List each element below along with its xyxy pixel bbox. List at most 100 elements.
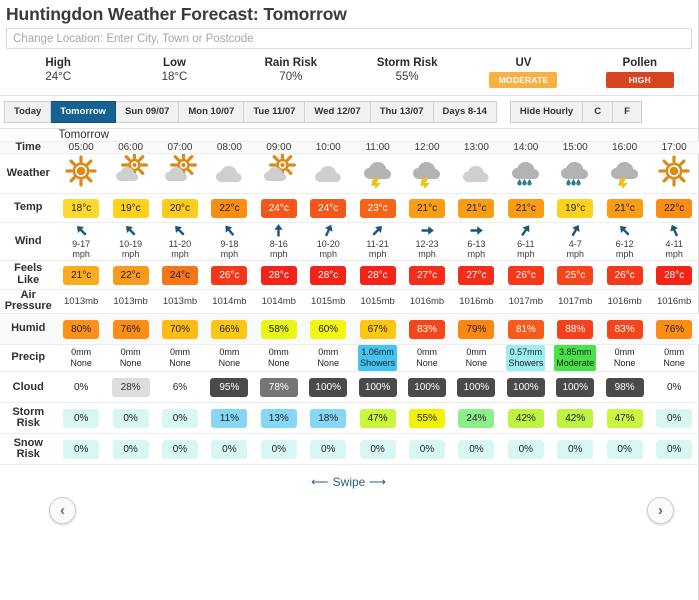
precip-amount: 0mm [614,346,635,357]
control-c[interactable]: C [583,101,614,123]
cloud-value: 98% [605,378,644,398]
wind-cell: 10-20 mph [303,222,353,261]
next-arrow-icon[interactable]: › [647,496,674,524]
time-cell: 06:00 [105,141,156,154]
humidity-cell: 76% [105,313,156,345]
wind-cell: 8-16 mph [254,222,304,261]
temp-value: 19°c [557,199,594,219]
feels-like-cell: 28°c [254,260,304,290]
summary-cell-pollen: Pollen HIGH [582,57,698,88]
storm-risk-value: 0% [656,409,693,429]
humidity-value: 83% [409,319,446,339]
precip-amount: 0mm [71,346,92,357]
cloudy-icon [209,166,249,192]
weather-icon-cell [204,153,255,195]
time-cell: 13:00 [451,141,502,154]
temp-value: 22°c [656,199,693,219]
pressure-cell: 1013mb [56,289,106,314]
feels-like-cell: 21°c [56,260,106,290]
storm-risk-cell: 0% [649,402,699,435]
feels-like-value: 24°c [161,265,198,285]
control-hide-hourly[interactable]: Hide Hourly [509,101,584,123]
humidity-value: 83% [606,319,643,339]
feels-like-value: 21°c [63,265,100,285]
tab-thu-13-07[interactable]: Thu 13/07 [370,101,434,123]
pressure-cell: 1016mb [402,289,452,314]
pressure-cell: 1014mb [254,289,304,314]
feels-like-cell: 26°c [599,260,650,290]
summary-strip: High 24°C Low 18°C Rain Risk 70% Storm Risk 55%… [0,49,698,96]
cloud-value: 28% [111,378,150,398]
temp-value: 18°c [63,199,100,219]
summary-cell-storm-risk: Storm Risk 55% [349,57,465,83]
prev-arrow-icon[interactable]: ‹ [49,496,76,524]
snow-risk-cell: 0% [402,433,452,466]
precip-cell: 0.57mm Showers [501,344,551,373]
humidity-value: 70% [161,319,198,339]
cloud-value: 100% [408,378,447,398]
time-cell: 12:00 [402,141,452,154]
temp-cell: 20°c [155,193,205,224]
storm-risk-cell: 0% [155,402,205,435]
location-search-bar[interactable] [6,28,692,49]
temp-cell: 19°c [550,193,600,224]
weather-icon-cell [56,153,106,195]
tab-tomorrow[interactable]: Tomorrow [51,101,117,123]
humidity-value: 66% [211,319,248,339]
row-label-precip: Precip [0,344,57,373]
tab-sun-09-07[interactable]: Sun 09/07 [116,101,180,123]
weather-forecast-page: Huntingdon Weather Forecast: Tomorrow Hi… [0,0,699,600]
feels-like-value: 26°c [507,265,544,285]
feels-like-value: 28°c [359,265,396,285]
summary-label: Rain Risk [264,57,318,69]
temp-cell: 21°c [402,193,452,224]
wind-cell: 10-19 mph [105,222,156,261]
time-cell: 11:00 [352,141,403,154]
cloud-cell: 0% [649,371,699,404]
humidity-value: 58% [260,319,297,339]
cloud-cell: 98% [599,371,650,404]
pressure-cell: 1014mb [204,289,255,314]
tab-wed-12-07[interactable]: Wed 12/07 [305,101,371,123]
tab-today[interactable]: Today [4,101,52,123]
precip-description: None [169,358,191,369]
humidity-cell: 81% [501,313,551,345]
time-row: Time 05:00 06:00 07:00 08:00 09:00 10:00 11:00 1… [0,141,699,154]
wind-row: Wind 9-17 mph 10-19 mph 11-20 mph 9-18 m… [0,222,699,261]
temp-value: 21°c [458,199,495,219]
tab-tue-11-07[interactable]: Tue 11/07 [244,101,306,123]
summary-value: 55% [395,71,419,83]
tab-days-8-14[interactable]: Days 8-14 [433,101,497,123]
feels-like-cell: 27°c [402,260,452,290]
feels-like-value: 27°c [409,265,446,285]
snow-risk-value: 0% [606,440,643,460]
search-input[interactable] [13,32,685,45]
snow-risk-value: 0% [63,440,100,460]
wind-cell: 11-20 mph [155,222,205,261]
wind-speed: 8-16 [269,239,288,250]
precip-amount: 0mm [169,346,190,357]
precip-description: Moderate [556,358,595,369]
precip-description: None [317,358,339,369]
precip-amount: 1.06mm [361,346,394,357]
precip-cell: 3.85mm Moderate [550,344,600,373]
humidity-value: 81% [507,319,544,339]
cloud-value: 100% [506,378,545,398]
humidity-cell: 88% [550,313,600,345]
wind-unit: mph [368,249,387,260]
summary-cell-uv: UV MODERATE [465,57,581,88]
control-f[interactable]: F [613,101,642,123]
tab-mon-10-07[interactable]: Mon 10/07 [179,101,245,123]
time-cell: 15:00 [550,141,600,154]
row-label-feels-line1: Feels [14,262,43,275]
pressure-cell: 1013mb [105,289,156,314]
pressure-row: Air Pressure 1013mb 1013mb 1013mb 1014mb 1014… [0,289,699,314]
humidity-value: 79% [458,319,495,339]
storm-risk-value: 18% [310,409,347,429]
sunny-icon [61,155,101,192]
wind-speed: 4-7 [568,239,582,250]
summary-label: High [45,57,71,69]
snow-risk-cell: 0% [649,433,699,466]
pressure-cell: 1016mb [451,289,502,314]
cloudy-icon [456,166,496,192]
